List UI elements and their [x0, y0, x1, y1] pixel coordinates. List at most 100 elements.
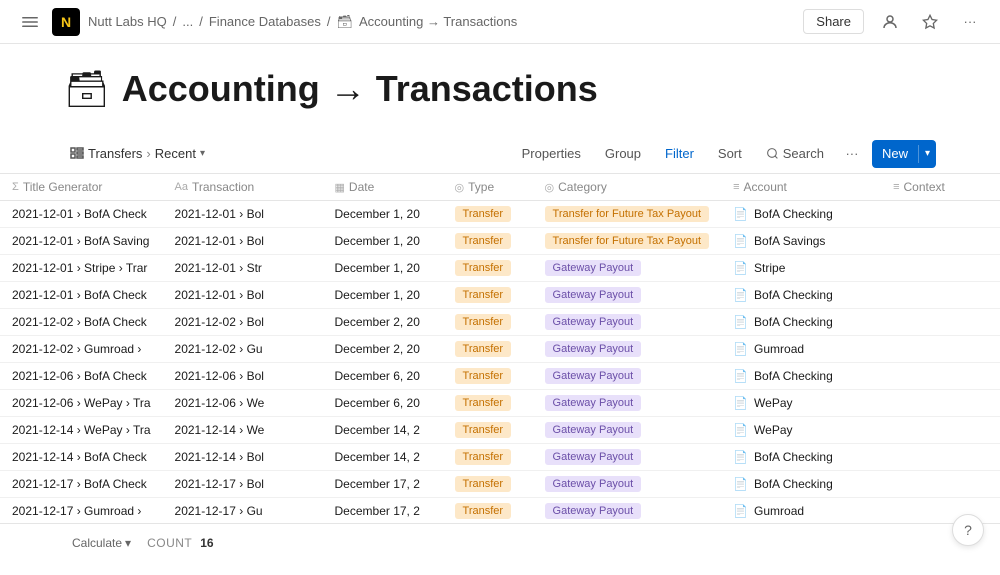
cell-context-11: [881, 498, 1000, 525]
table-row[interactable]: 2021-12-14 › WePay › Tra 2021-12-14 › We…: [0, 417, 1000, 444]
cell-date-1: December 1, 20: [323, 228, 443, 255]
doc-icon-11: 📄: [733, 504, 748, 518]
toolbar-more-button[interactable]: ···: [840, 142, 864, 166]
more-options-button[interactable]: ···: [956, 8, 984, 36]
doc-icon-4: 📄: [733, 315, 748, 329]
sort-button[interactable]: Sort: [710, 142, 750, 165]
breadcrumb-finance[interactable]: Finance Databases: [209, 14, 321, 29]
cell-title-6: 2021-12-06 › BofA Check: [0, 363, 163, 390]
cell-transaction-5: 2021-12-02 › Gu: [163, 336, 323, 363]
breadcrumb-app[interactable]: Nutt Labs HQ: [88, 14, 167, 29]
cell-title-1: 2021-12-01 › BofA Saving: [0, 228, 163, 255]
cell-account-0: 📄 BofA Checking: [721, 201, 881, 228]
cell-type-3: Transfer: [443, 282, 533, 309]
cell-title-7: 2021-12-06 › WePay › Tra: [0, 390, 163, 417]
table-row[interactable]: 2021-12-17 › Gumroad › 2021-12-17 › Gu D…: [0, 498, 1000, 525]
doc-icon-5: 📄: [733, 342, 748, 356]
type-col-icon: ◎: [455, 181, 465, 194]
cell-title-3: 2021-12-01 › BofA Check: [0, 282, 163, 309]
cell-transaction-7: 2021-12-06 › We: [163, 390, 323, 417]
category-badge-6: Gateway Payout: [545, 368, 642, 384]
calculate-button[interactable]: Calculate ▾: [64, 532, 139, 554]
cell-account-4: 📄 BofA Checking: [721, 309, 881, 336]
type-badge-2: Transfer: [455, 260, 512, 276]
account-col-icon: ≡: [733, 181, 739, 193]
table-row[interactable]: 2021-12-02 › BofA Check 2021-12-02 › Bol…: [0, 309, 1000, 336]
table-row[interactable]: 2021-12-17 › BofA Check 2021-12-17 › Bol…: [0, 471, 1000, 498]
cell-account-9: 📄 BofA Checking: [721, 444, 881, 471]
cell-type-6: Transfer: [443, 363, 533, 390]
cell-title-5: 2021-12-02 › Gumroad ›: [0, 336, 163, 363]
cell-title-8: 2021-12-14 › WePay › Tra: [0, 417, 163, 444]
account-name-6: BofA Checking: [754, 369, 833, 383]
doc-icon-10: 📄: [733, 477, 748, 491]
search-button[interactable]: Search: [758, 142, 832, 165]
top-navigation: N Nutt Labs HQ / ... / Finance Databases…: [0, 0, 1000, 44]
col-header-context: ≡Context: [881, 174, 1000, 201]
category-badge-8: Gateway Payout: [545, 422, 642, 438]
properties-button[interactable]: Properties: [514, 142, 589, 165]
table-row[interactable]: 2021-12-06 › BofA Check 2021-12-06 › Bol…: [0, 363, 1000, 390]
cell-category-7: Gateway Payout: [533, 390, 722, 417]
doc-icon-6: 📄: [733, 369, 748, 383]
logo-letter: N: [61, 14, 71, 30]
new-button[interactable]: New ▾: [872, 140, 936, 168]
cell-category-5: Gateway Payout: [533, 336, 722, 363]
search-icon: [766, 147, 779, 160]
breadcrumb-current[interactable]: Accounting → Transactions: [359, 14, 517, 29]
table-body: 2021-12-01 › BofA Check 2021-12-01 › Bol…: [0, 201, 1000, 537]
doc-icon-9: 📄: [733, 450, 748, 464]
cell-account-10: 📄 BofA Checking: [721, 471, 881, 498]
cell-date-2: December 1, 20: [323, 255, 443, 282]
category-badge-2: Gateway Payout: [545, 260, 642, 276]
help-button[interactable]: ?: [952, 514, 984, 546]
share-button[interactable]: Share: [803, 9, 864, 34]
hamburger-button[interactable]: [16, 8, 44, 36]
cell-category-3: Gateway Payout: [533, 282, 722, 309]
search-label: Search: [783, 146, 824, 161]
date-col-icon: ▦: [335, 181, 345, 194]
table-row[interactable]: 2021-12-14 › BofA Check 2021-12-14 › Bol…: [0, 444, 1000, 471]
new-button-chevron: ▾: [919, 140, 936, 168]
cell-category-2: Gateway Payout: [533, 255, 722, 282]
cell-context-10: [881, 471, 1000, 498]
cell-type-11: Transfer: [443, 498, 533, 525]
table-row[interactable]: 2021-12-06 › WePay › Tra 2021-12-06 › We…: [0, 390, 1000, 417]
filter-button[interactable]: Filter: [657, 142, 702, 165]
cell-transaction-1: 2021-12-01 › Bol: [163, 228, 323, 255]
table-row[interactable]: 2021-12-01 › BofA Saving 2021-12-01 › Bo…: [0, 228, 1000, 255]
cell-account-3: 📄 BofA Checking: [721, 282, 881, 309]
account-name-3: BofA Checking: [754, 288, 833, 302]
user-icon-button[interactable]: [876, 8, 904, 36]
cell-date-0: December 1, 20: [323, 201, 443, 228]
cell-transaction-2: 2021-12-01 › Str: [163, 255, 323, 282]
table-row[interactable]: 2021-12-01 › Stripe › Trar 2021-12-01 › …: [0, 255, 1000, 282]
view-selector[interactable]: Transfers › Recent ▾: [64, 142, 211, 165]
breadcrumb-sep2: /: [199, 14, 203, 29]
breadcrumb-icon: 🗃: [337, 14, 354, 30]
cell-account-8: 📄 WePay: [721, 417, 881, 444]
doc-icon-7: 📄: [733, 396, 748, 410]
cell-type-0: Transfer: [443, 201, 533, 228]
cell-account-5: 📄 Gumroad: [721, 336, 881, 363]
cell-type-4: Transfer: [443, 309, 533, 336]
page-title-row: 🗃 Accounting → Transactions: [64, 68, 936, 110]
cell-account-1: 📄 BofA Savings: [721, 228, 881, 255]
cell-transaction-4: 2021-12-02 › Bol: [163, 309, 323, 336]
cell-date-11: December 17, 2: [323, 498, 443, 525]
cell-transaction-9: 2021-12-14 › Bol: [163, 444, 323, 471]
doc-icon-0: 📄: [733, 207, 748, 221]
group-button[interactable]: Group: [597, 142, 649, 165]
account-name-1: BofA Savings: [754, 234, 825, 248]
breadcrumb-ellipsis[interactable]: ...: [182, 14, 193, 29]
table-row[interactable]: 2021-12-01 › BofA Check 2021-12-01 › Bol…: [0, 201, 1000, 228]
star-button[interactable]: [916, 8, 944, 36]
table-row[interactable]: 2021-12-02 › Gumroad › 2021-12-02 › Gu D…: [0, 336, 1000, 363]
database-toolbar: Transfers › Recent ▾ Properties Group Fi…: [0, 134, 1000, 174]
cell-transaction-10: 2021-12-17 › Bol: [163, 471, 323, 498]
type-badge-6: Transfer: [455, 368, 512, 384]
new-button-label: New: [872, 140, 918, 168]
cell-date-3: December 1, 20: [323, 282, 443, 309]
ellipsis-icon: ···: [964, 14, 977, 29]
table-row[interactable]: 2021-12-01 › BofA Check 2021-12-01 › Bol…: [0, 282, 1000, 309]
